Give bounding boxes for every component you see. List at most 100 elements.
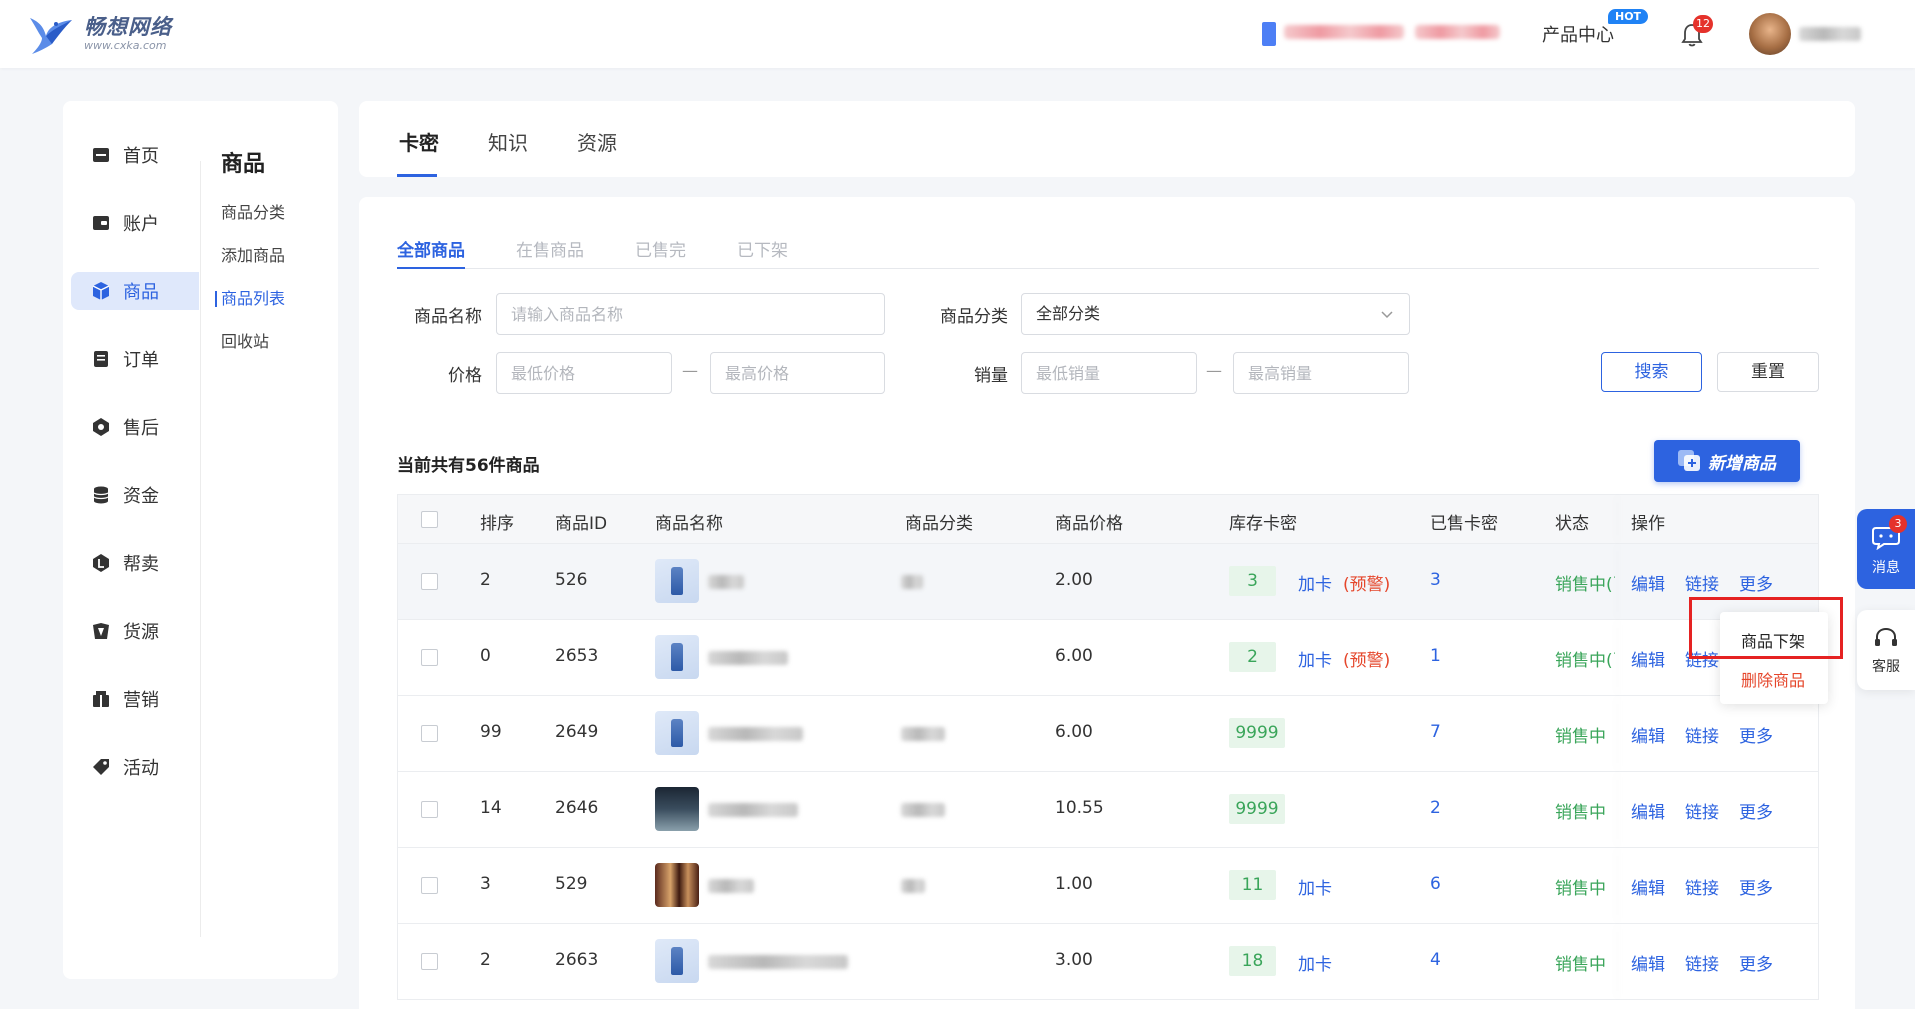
table-row[interactable]: 14 2646 10.55 9999 2 销售中 编辑 链接 更多 bbox=[397, 772, 1819, 848]
tab-resources[interactable]: 资源 bbox=[577, 127, 617, 156]
row-price: 1.00 bbox=[1055, 874, 1093, 894]
edit-link[interactable]: 编辑 bbox=[1631, 950, 1665, 975]
aftersale-icon bbox=[91, 417, 111, 437]
row-stock: 3 bbox=[1229, 566, 1276, 596]
sidebar-item-supply[interactable]: 货源 bbox=[71, 597, 199, 665]
table-row[interactable]: 3 529 1.00 11 加卡 6 销售中 编辑 链接 更多 bbox=[397, 848, 1819, 924]
sales-min-input[interactable] bbox=[1021, 352, 1197, 394]
more-link[interactable]: 更多 bbox=[1739, 722, 1773, 747]
table-row[interactable]: 2 526 2.00 3 加卡 (预警) 3 销售中(已 编辑 链接 更多 bbox=[397, 544, 1819, 620]
sales-max-input[interactable] bbox=[1233, 352, 1409, 394]
link-link[interactable]: 链接 bbox=[1685, 722, 1719, 747]
row-status: 销售中 bbox=[1555, 879, 1606, 899]
row-id: 529 bbox=[555, 874, 588, 894]
link-link[interactable]: 链接 bbox=[1685, 570, 1719, 595]
submenu-item-recycle-bin[interactable]: 回收站 bbox=[221, 320, 285, 363]
avatar[interactable] bbox=[1749, 13, 1791, 55]
top-header: 畅想网络 www.cxka.com 产品中心 HOT 12 bbox=[0, 0, 1915, 68]
brand-url: www.cxka.com bbox=[84, 39, 167, 52]
row-sold[interactable]: 2 bbox=[1430, 798, 1441, 818]
submenu-item-categories[interactable]: 商品分类 bbox=[221, 191, 285, 234]
more-link[interactable]: 更多 bbox=[1739, 798, 1773, 823]
row-checkbox[interactable] bbox=[421, 953, 438, 970]
row-status: 销售中(已 bbox=[1555, 651, 1615, 671]
sidebar-item-funds[interactable]: 资金 bbox=[71, 461, 199, 529]
subtab-delisted[interactable]: 已下架 bbox=[737, 236, 788, 261]
add-card-link[interactable]: 加卡 bbox=[1298, 874, 1332, 899]
price-min-input[interactable] bbox=[496, 352, 672, 394]
customer-service-button[interactable]: 客服 bbox=[1857, 610, 1915, 690]
row-sold[interactable]: 7 bbox=[1430, 722, 1441, 742]
message-float-button[interactable]: 3 消息 bbox=[1857, 509, 1915, 589]
row-price: 6.00 bbox=[1055, 646, 1093, 666]
row-sold[interactable]: 1 bbox=[1430, 646, 1441, 666]
submenu-item-product-list[interactable]: 商品列表 bbox=[214, 277, 285, 320]
price-max-input[interactable] bbox=[710, 352, 885, 394]
subtab-on-sale[interactable]: 在售商品 bbox=[516, 236, 584, 261]
column-header-price: 商品价格 bbox=[1055, 514, 1123, 534]
edit-link[interactable]: 编辑 bbox=[1631, 570, 1665, 595]
subtab-sold-out[interactable]: 已售完 bbox=[635, 236, 686, 261]
more-link[interactable]: 更多 bbox=[1739, 570, 1773, 595]
reset-button[interactable]: 重置 bbox=[1717, 352, 1819, 392]
primary-menu: 首页 账户 商品 订单 售后 资金 帮卖 货源 营销 活动 bbox=[71, 121, 199, 801]
edit-link[interactable]: 编辑 bbox=[1631, 722, 1665, 747]
search-button[interactable]: 搜索 bbox=[1601, 352, 1702, 392]
row-sort: 99 bbox=[480, 722, 502, 742]
table-row[interactable]: 0 2653 6.00 2 加卡 (预警) 1 销售中(已 编辑 链接 bbox=[397, 620, 1819, 696]
row-sold[interactable]: 3 bbox=[1430, 570, 1441, 590]
fixed-column-shadow bbox=[1621, 772, 1622, 847]
edit-link[interactable]: 编辑 bbox=[1631, 646, 1665, 671]
edit-link[interactable]: 编辑 bbox=[1631, 798, 1665, 823]
stock-warning: (预警) bbox=[1343, 575, 1391, 595]
link-link[interactable]: 链接 bbox=[1685, 950, 1719, 975]
row-checkbox[interactable] bbox=[421, 573, 438, 590]
select-all-checkbox[interactable] bbox=[421, 511, 438, 528]
sidebar-item-products[interactable]: 商品 bbox=[71, 272, 199, 310]
fixed-column-shadow bbox=[1621, 848, 1622, 923]
row-sold[interactable]: 6 bbox=[1430, 874, 1441, 894]
row-checkbox[interactable] bbox=[421, 801, 438, 818]
product-center-link[interactable]: 产品中心 bbox=[1542, 21, 1614, 47]
add-card-link[interactable]: 加卡 bbox=[1298, 646, 1332, 671]
submenu-title: 商品 bbox=[221, 152, 266, 177]
left-navigation: 首页 账户 商品 订单 售后 资金 帮卖 货源 营销 活动 商品 商品分类 添加… bbox=[63, 101, 338, 979]
sidebar-item-orders[interactable]: 订单 bbox=[71, 325, 199, 393]
link-link[interactable]: 链接 bbox=[1685, 874, 1719, 899]
tab-knowledge[interactable]: 知识 bbox=[488, 127, 528, 156]
sidebar-item-marketing[interactable]: 营销 bbox=[71, 665, 199, 733]
redacted-category bbox=[901, 575, 923, 589]
category-select[interactable]: 全部分类 bbox=[1021, 293, 1410, 335]
brand-logo[interactable]: 畅想网络 www.cxka.com bbox=[26, 12, 172, 56]
sidebar-item-aftersale[interactable]: 售后 bbox=[71, 393, 199, 461]
add-product-button[interactable]: 新增商品 bbox=[1654, 440, 1800, 482]
row-price: 6.00 bbox=[1055, 722, 1093, 742]
row-checkbox[interactable] bbox=[421, 649, 438, 666]
product-name-input[interactable] bbox=[496, 293, 885, 335]
hot-badge: HOT bbox=[1608, 9, 1649, 24]
sidebar-item-account[interactable]: 账户 bbox=[71, 189, 199, 257]
redacted-product-name bbox=[708, 803, 798, 817]
more-link[interactable]: 更多 bbox=[1739, 950, 1773, 975]
row-id: 526 bbox=[555, 570, 588, 590]
submenu-item-add-product[interactable]: 添加商品 bbox=[221, 234, 285, 277]
table-row[interactable]: 99 2649 6.00 9999 7 销售中 编辑 链接 更多 bbox=[397, 696, 1819, 772]
add-card-link[interactable]: 加卡 bbox=[1298, 570, 1332, 595]
sidebar-item-helpsell[interactable]: 帮卖 bbox=[71, 529, 199, 597]
sidebar-item-activity[interactable]: 活动 bbox=[71, 733, 199, 801]
tab-card-keys[interactable]: 卡密 bbox=[399, 127, 439, 156]
row-checkbox[interactable] bbox=[421, 877, 438, 894]
table-row[interactable]: 2 2663 3.00 18 加卡 4 销售中 编辑 链接 更多 bbox=[397, 924, 1819, 1000]
edit-link[interactable]: 编辑 bbox=[1631, 874, 1665, 899]
fixed-column-shadow bbox=[1621, 924, 1622, 999]
share-icon bbox=[91, 553, 111, 573]
row-sold[interactable]: 4 bbox=[1430, 950, 1441, 970]
row-checkbox[interactable] bbox=[421, 725, 438, 742]
sidebar-item-home[interactable]: 首页 bbox=[71, 121, 199, 189]
delete-product-option[interactable]: 删除商品 bbox=[1741, 667, 1805, 691]
phone-icon bbox=[1262, 22, 1276, 46]
more-link[interactable]: 更多 bbox=[1739, 874, 1773, 899]
link-link[interactable]: 链接 bbox=[1685, 798, 1719, 823]
subtab-all-products[interactable]: 全部商品 bbox=[397, 236, 465, 261]
add-card-link[interactable]: 加卡 bbox=[1298, 950, 1332, 975]
